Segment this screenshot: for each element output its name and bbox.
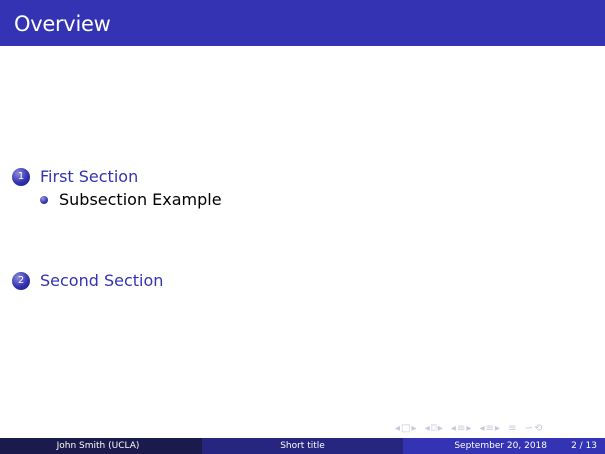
navigation-symbols[interactable]: ◂□▸ ◂⌼▸ ◂≡▸ ◂≡▸ ≡ ∽⟲ [395, 423, 546, 437]
footer-short-title: Short title [202, 438, 403, 454]
frame-title: Overview [14, 12, 111, 36]
footer-author: John Smith (UCLA) [0, 438, 202, 454]
nav-search-icon[interactable]: ∽⟲ [525, 423, 544, 434]
footer-date: September 20, 2018 [454, 441, 547, 451]
footer-page-number: 2 / 13 [571, 441, 597, 451]
section-number-badge: 2 [12, 272, 30, 290]
subsection-title[interactable]: Subsection Example [59, 190, 222, 209]
nav-frame-left-icon[interactable]: ◂□▸ [395, 423, 418, 434]
nav-subsection-icon[interactable]: ◂⌼▸ [425, 423, 444, 434]
bullet-icon [40, 196, 48, 204]
section-number-badge: 1 [12, 168, 30, 186]
nav-doc-icon[interactable]: ◂≡▸ [480, 423, 501, 434]
section-title[interactable]: First Section [40, 167, 138, 186]
frame-title-bar: Overview [0, 0, 605, 46]
footer-date-box: September 20, 2018 2 / 13 [403, 438, 605, 454]
footline: John Smith (UCLA) Short title September … [0, 438, 605, 454]
nav-section-icon[interactable]: ◂≡▸ [451, 423, 472, 434]
section-title[interactable]: Second Section [40, 271, 163, 290]
nav-align-icon[interactable]: ≡ [508, 423, 517, 434]
